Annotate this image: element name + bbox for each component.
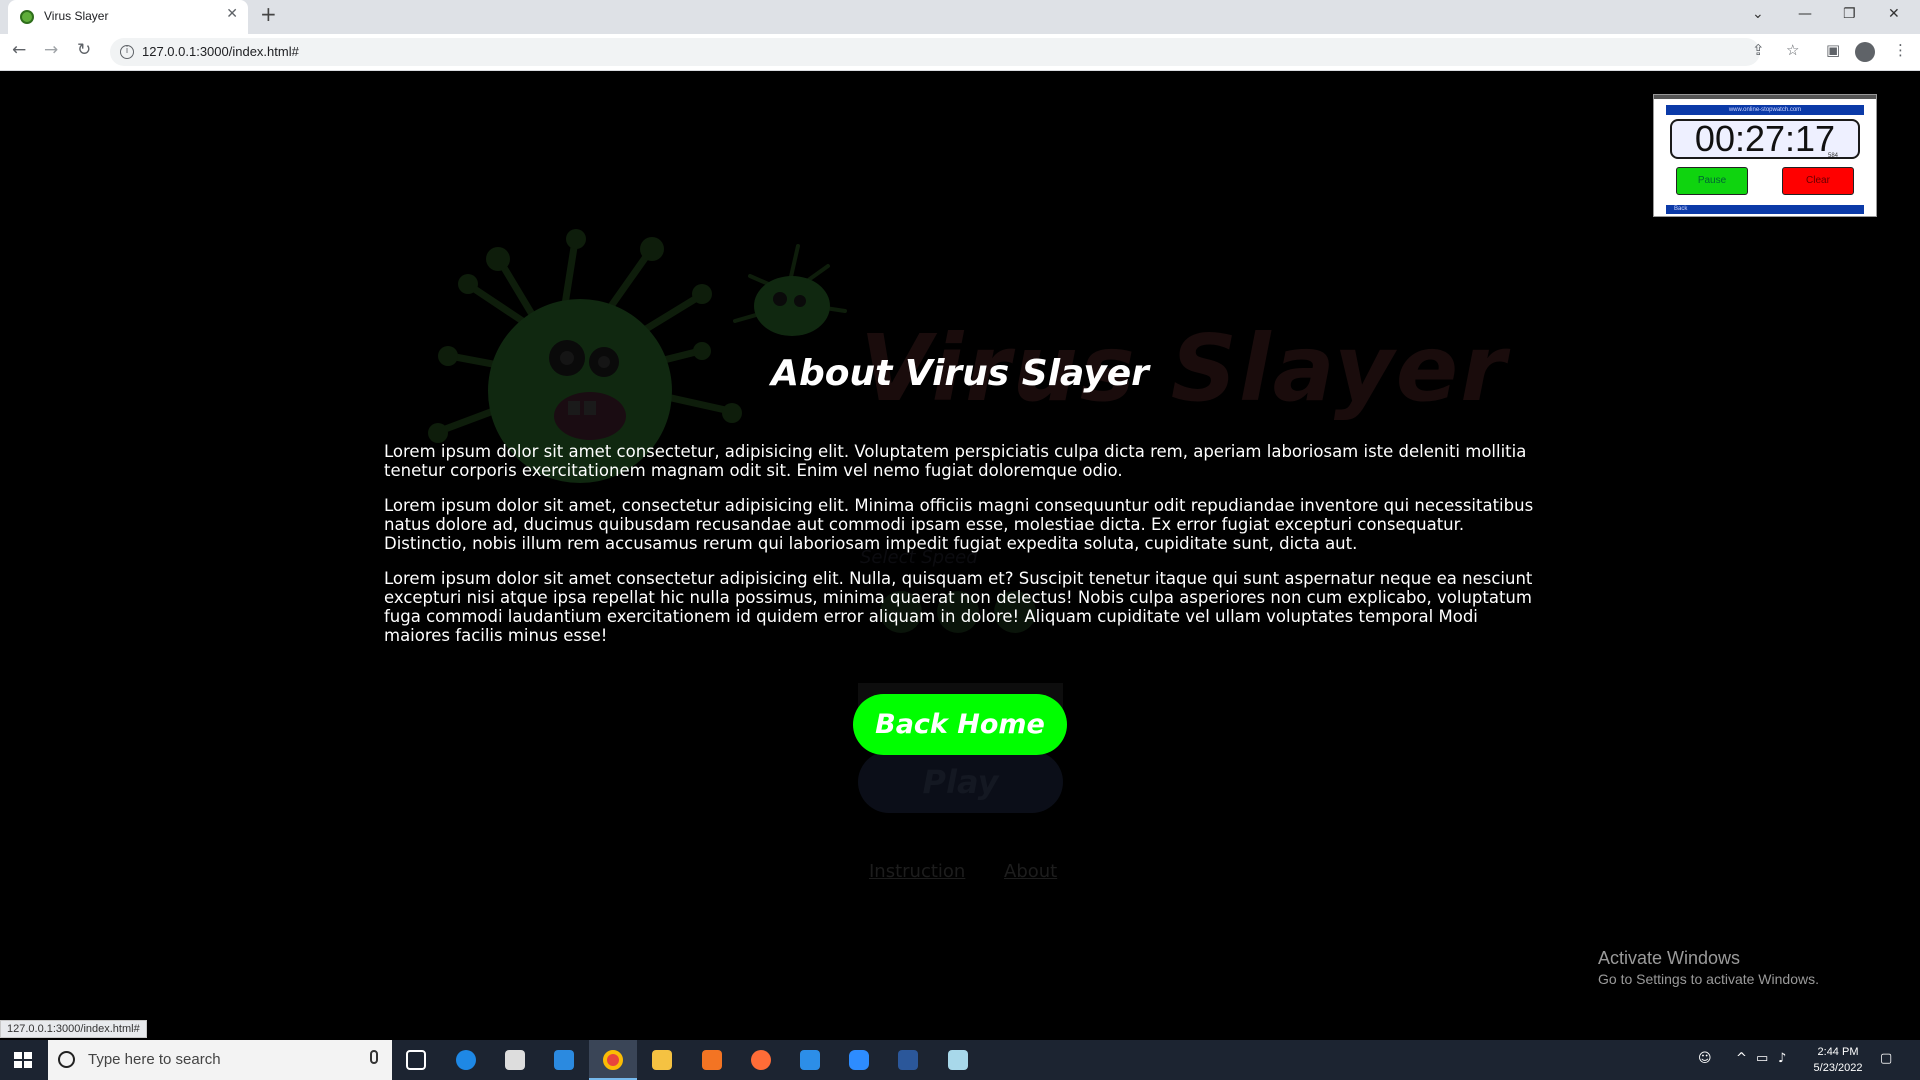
new-tab-button[interactable]: + — [260, 4, 277, 24]
volume-icon[interactable]: ♪ — [1778, 1051, 1786, 1066]
vscode-icon[interactable] — [786, 1040, 834, 1080]
store-icon[interactable] — [491, 1040, 539, 1080]
tray-chevron-icon[interactable]: ^ — [1736, 1051, 1747, 1066]
back-home-button[interactable]: Back Home — [853, 694, 1067, 755]
about-overlay: About Virus Slayer Lorem ipsum dolor sit… — [0, 71, 1920, 1040]
stopwatch-titlebar — [1654, 95, 1876, 99]
menu-kebab-icon[interactable]: ⋮ — [1893, 43, 1908, 58]
zoom-icon[interactable] — [835, 1040, 883, 1080]
status-url-bubble: 127.0.0.1:3000/index.html# — [0, 1020, 147, 1038]
xampp-icon[interactable] — [688, 1040, 736, 1080]
about-title: About Virus Slayer — [771, 353, 1149, 394]
file-explorer-icon[interactable] — [638, 1040, 686, 1080]
notifications-icon[interactable]: ▢ — [1880, 1051, 1892, 1066]
browser-toolbar: ← → ↻ i 127.0.0.1:3000/index.html# ⇪ ☆ ▣… — [0, 34, 1920, 71]
share-icon[interactable]: ⇪ — [1752, 43, 1765, 58]
tab-close-icon[interactable]: ✕ — [226, 7, 238, 21]
mail-icon[interactable] — [540, 1040, 588, 1080]
activate-windows-watermark: Activate Windows Go to Settings to activ… — [1598, 947, 1819, 989]
close-window-icon[interactable]: ✕ — [1888, 6, 1900, 22]
about-paragraph: Lorem ipsum dolor sit amet consectetur, … — [384, 442, 1527, 480]
edge-icon[interactable] — [442, 1040, 490, 1080]
activate-subtitle: Go to Settings to activate Windows. — [1598, 971, 1819, 987]
bookmark-star-icon[interactable]: ☆ — [1786, 43, 1799, 58]
restore-icon[interactable]: ❐ — [1843, 6, 1856, 22]
stopwatch-clear-button[interactable]: Clear — [1782, 167, 1854, 195]
stopwatch-pause-button[interactable]: Pause — [1676, 167, 1748, 195]
task-view-icon[interactable] — [392, 1040, 440, 1080]
minimize-icon[interactable]: — — [1798, 6, 1812, 22]
windows-start-icon[interactable] — [14, 1052, 32, 1068]
address-bar[interactable]: i 127.0.0.1:3000/index.html# — [110, 38, 1760, 66]
tab-search-chevron-icon[interactable]: ⌄ — [1752, 6, 1764, 22]
site-info-icon[interactable]: i — [120, 45, 134, 59]
snip-tool-icon[interactable] — [934, 1040, 982, 1080]
postman-icon[interactable] — [737, 1040, 785, 1080]
chrome-icon[interactable] — [589, 1040, 637, 1080]
stopwatch-ms: 584 — [1828, 153, 1839, 159]
side-panel-icon[interactable]: ▣ — [1826, 43, 1840, 58]
search-icon — [58, 1051, 75, 1068]
about-paragraph: Lorem ipsum dolor sit amet consectetur a… — [384, 569, 1533, 645]
tab-title: Virus Slayer — [44, 9, 109, 23]
activate-title: Activate Windows — [1598, 948, 1741, 968]
stopwatch-back-link[interactable]: Back — [1666, 205, 1864, 214]
profile-avatar-icon[interactable] — [1855, 42, 1875, 62]
clock-time: 2:44 PM — [1817, 1046, 1859, 1058]
stopwatch-site-bar: www.online-stopwatch.com — [1666, 105, 1864, 115]
network-icon[interactable]: ▭ — [1756, 1051, 1768, 1066]
word-icon[interactable] — [884, 1040, 932, 1080]
stopwatch-widget: www.online-stopwatch.com 00:27:17 584 Pa… — [1653, 94, 1877, 217]
about-paragraph: Lorem ipsum dolor sit amet, consectetur … — [384, 496, 1534, 553]
clock-date: 5/23/2022 — [1813, 1062, 1863, 1074]
taskbar-clock[interactable]: 2:44 PM 5/23/2022 — [1810, 1044, 1866, 1076]
tab-bar: Virus Slayer ✕ + ⌄ — ❐ ✕ — [0, 0, 1920, 34]
people-icon[interactable]: ☺ — [1698, 1051, 1712, 1066]
back-arrow-icon[interactable]: ← — [12, 42, 26, 59]
virus-favicon-icon — [20, 10, 34, 24]
reload-icon[interactable]: ↻ — [77, 42, 91, 59]
search-placeholder: Type here to search — [88, 1051, 221, 1068]
url-text[interactable]: 127.0.0.1:3000/index.html# — [142, 44, 299, 59]
forward-arrow-icon[interactable]: → — [44, 42, 58, 59]
page-viewport: Virus Slayer Select Speed Play Instructi… — [0, 71, 1920, 1040]
taskbar-search[interactable]: Type here to search — [48, 1040, 392, 1080]
tab-virus-slayer[interactable]: Virus Slayer ✕ — [8, 0, 248, 34]
windows-taskbar: Type here to search ☺ ^ ▭ ♪ 2:44 PM 5/23… — [0, 1040, 1920, 1080]
microphone-icon[interactable] — [370, 1050, 378, 1064]
about-body: Lorem ipsum dolor sit amet consectetur, … — [384, 442, 1536, 661]
